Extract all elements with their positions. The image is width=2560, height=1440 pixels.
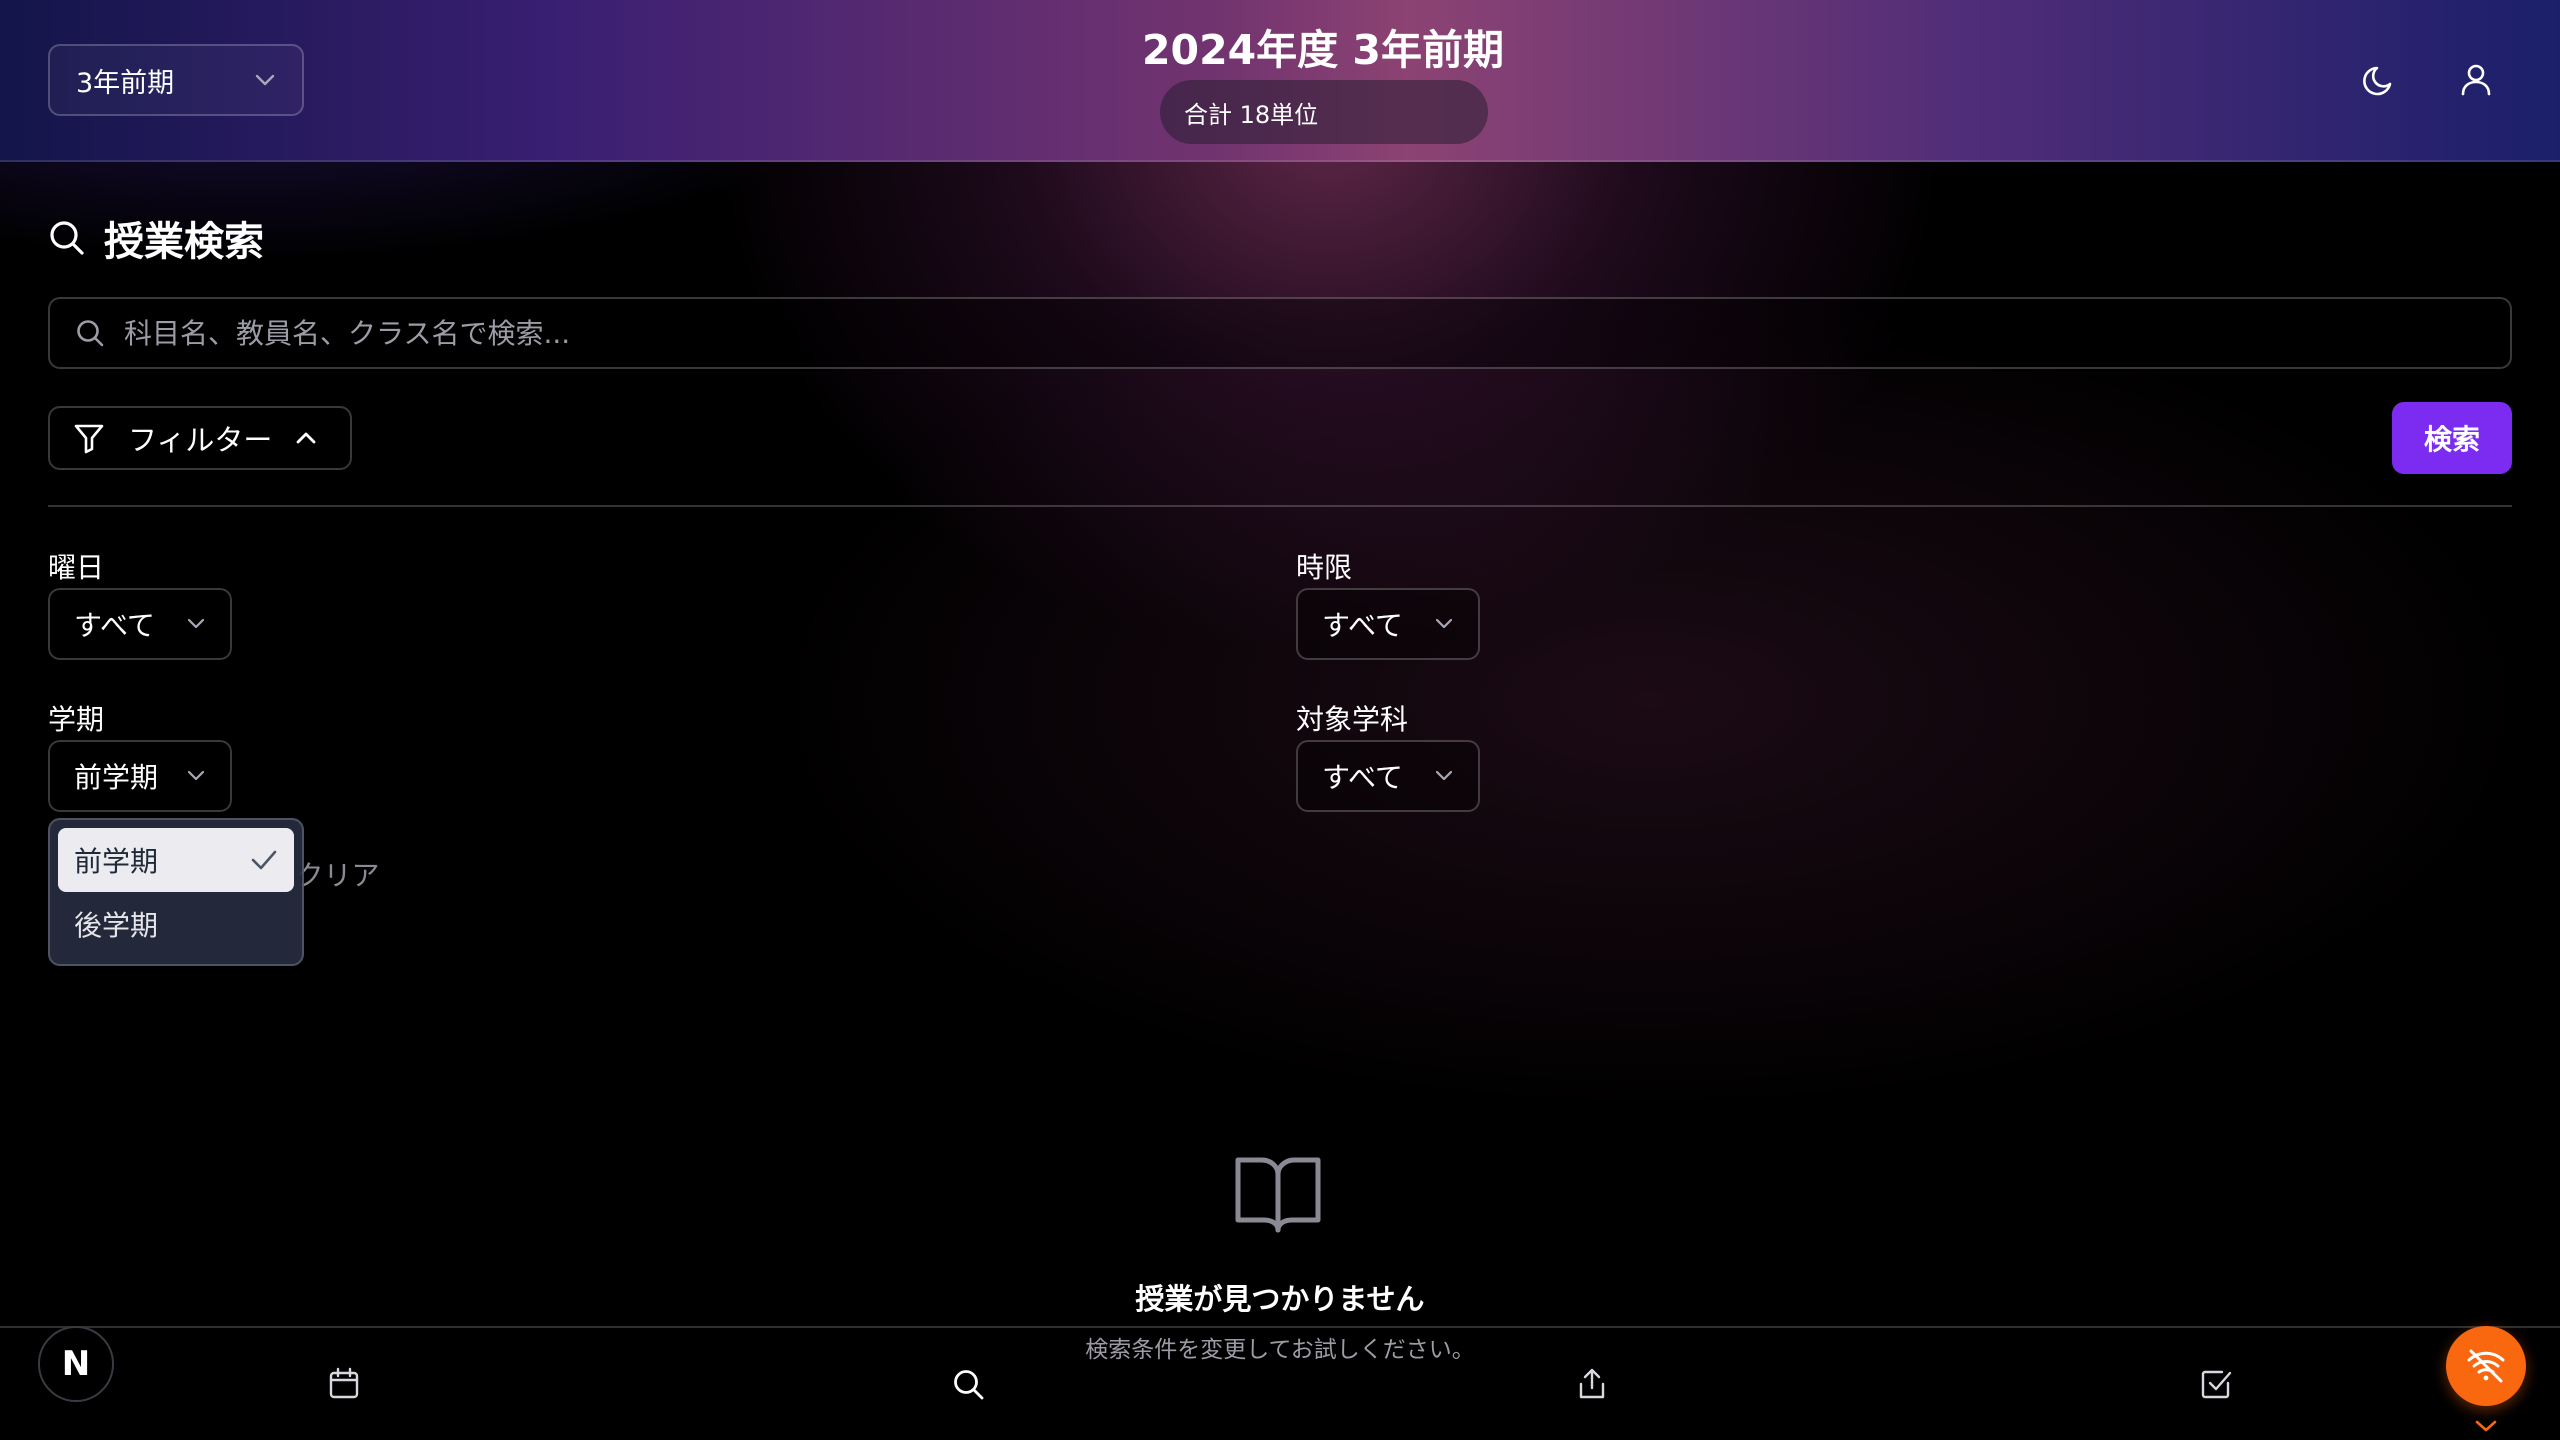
check-icon bbox=[251, 850, 277, 870]
search-box bbox=[48, 297, 2512, 369]
chevron-down-icon bbox=[1435, 618, 1453, 629]
day-select[interactable]: すべて bbox=[48, 588, 232, 660]
semester-select-value: 前学期 bbox=[74, 761, 159, 794]
chevron-up-icon bbox=[297, 432, 316, 444]
section-title-text: 授業検索 bbox=[104, 219, 264, 265]
filter-toggle-label: フィルター bbox=[128, 423, 273, 457]
search-submit-button[interactable]: 検索 bbox=[2392, 402, 2512, 474]
user-icon[interactable] bbox=[2456, 60, 2496, 100]
calendar-icon[interactable] bbox=[326, 1366, 362, 1402]
chevron-down-icon bbox=[187, 770, 205, 781]
wifi-off-icon bbox=[2467, 1349, 2505, 1383]
empty-state-subtitle: 検索条件を変更してお試しください。 bbox=[1085, 1337, 1475, 1363]
page-title: 2024年度 3年前期 bbox=[1142, 26, 1504, 74]
semester-option[interactable]: 後学期 bbox=[58, 892, 294, 956]
day-select-value: すべて bbox=[74, 609, 155, 642]
department-filter-label: 対象学科 bbox=[1296, 703, 1409, 736]
search-icon[interactable] bbox=[950, 1366, 986, 1402]
period-select-value: すべて bbox=[1322, 609, 1403, 642]
semester-option-label: 後学期 bbox=[74, 909, 159, 942]
chevron-down-icon bbox=[187, 618, 205, 629]
search-icon bbox=[77, 320, 104, 347]
app-logo[interactable]: N bbox=[38, 1326, 114, 1402]
semester-option-label: 前学期 bbox=[74, 845, 159, 878]
checkbox-icon[interactable] bbox=[2198, 1366, 2234, 1402]
credits-text: 合計 18単位 bbox=[1184, 100, 1319, 129]
semester-select[interactable]: 前学期 bbox=[48, 740, 232, 812]
divider bbox=[48, 505, 2512, 507]
semester-filter-label: 学期 bbox=[48, 703, 105, 736]
search-icon bbox=[50, 221, 84, 255]
chevron-down-icon bbox=[1435, 770, 1453, 781]
credits-badge: 合計 18単位 bbox=[1160, 80, 1488, 144]
filter-toggle-button[interactable]: フィルター bbox=[48, 406, 352, 470]
semester-dropdown-menu: 前学期 後学期 bbox=[48, 818, 304, 966]
period-filter-label: 時限 bbox=[1296, 551, 1353, 584]
semester-option[interactable]: 前学期 bbox=[58, 828, 294, 892]
empty-state-title: 授業が見つかりません bbox=[1135, 1282, 1425, 1316]
book-open-icon bbox=[1235, 1157, 1321, 1233]
department-select[interactable]: すべて bbox=[1296, 740, 1480, 812]
moon-icon[interactable] bbox=[2360, 60, 2400, 100]
chevron-down-icon bbox=[255, 74, 275, 86]
share-icon[interactable] bbox=[1574, 1366, 1610, 1402]
section-title: 授業検索 bbox=[48, 208, 264, 268]
search-input[interactable] bbox=[124, 316, 2510, 350]
term-select[interactable]: 3年前期 bbox=[48, 44, 304, 116]
term-select-value: 3年前期 bbox=[76, 67, 175, 99]
filter-icon bbox=[74, 424, 104, 454]
top-header: 3年前期 2024年度 3年前期 合計 18単位 bbox=[0, 0, 2560, 162]
day-filter-label: 曜日 bbox=[48, 551, 105, 584]
chevron-down-icon bbox=[2475, 1420, 2497, 1432]
app-root: 3年前期 2024年度 3年前期 合計 18単位 授業検索 科目名、教員名、クラ… bbox=[0, 0, 2560, 1440]
app-logo-letter: N bbox=[61, 1344, 91, 1384]
department-select-value: すべて bbox=[1322, 761, 1403, 794]
offline-status-button[interactable] bbox=[2446, 1326, 2526, 1406]
period-select[interactable]: すべて bbox=[1296, 588, 1480, 660]
